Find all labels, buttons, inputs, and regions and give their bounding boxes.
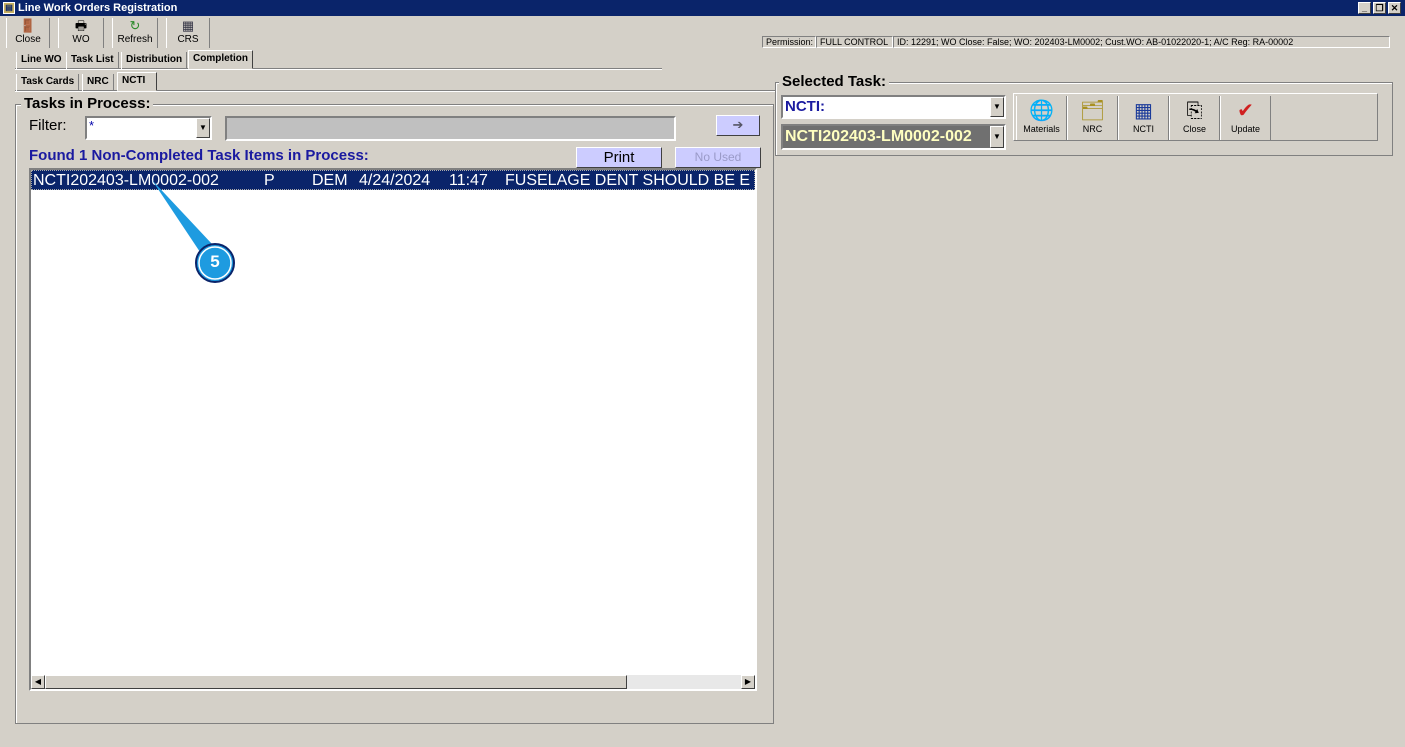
callout-pointer xyxy=(152,180,212,252)
annotation-callout xyxy=(152,180,235,283)
callout-number: 5 xyxy=(210,252,220,271)
